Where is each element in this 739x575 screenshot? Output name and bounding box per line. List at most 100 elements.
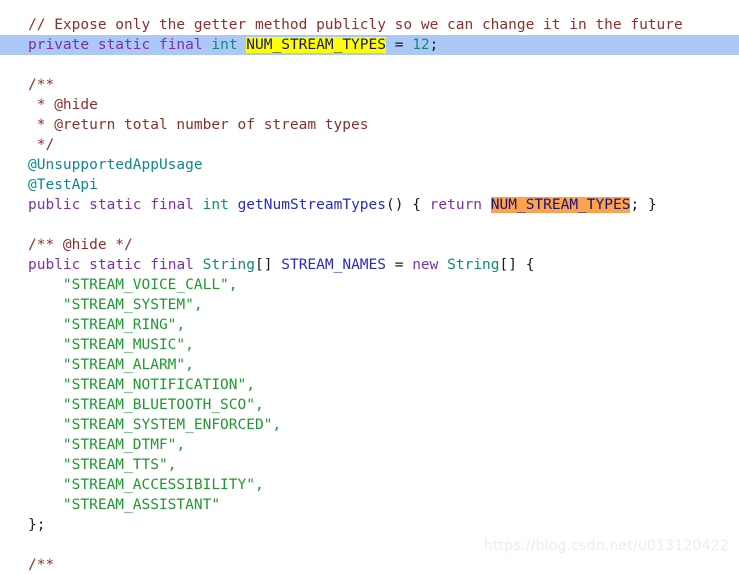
code-line-javadoc-return: * @return total number of stream types: [0, 115, 739, 135]
string-literal: "STREAM_NOTIFICATION",: [62, 377, 255, 393]
annotation-token: @UnsupportedAppUsage: [28, 157, 203, 173]
javadoc-token: /**: [28, 557, 55, 573]
parentheses: (): [385, 197, 404, 213]
code-line-array-item: "STREAM_ASSISTANT": [0, 495, 739, 515]
keyword-return: return: [429, 197, 483, 213]
identifier-stream-names: STREAM_NAMES: [281, 257, 386, 273]
keyword-public: public: [28, 257, 81, 273]
javadoc-token: /** @hide */: [28, 237, 133, 253]
number-literal: 12: [412, 37, 430, 53]
type-int: int: [202, 197, 229, 213]
code-line-selected-declaration[interactable]: private static final int NUM_STREAM_TYPE…: [0, 35, 739, 55]
code-line-array-close: };: [0, 515, 739, 535]
highlighted-identifier-num-stream-types[interactable]: NUM_STREAM_TYPES: [246, 37, 386, 53]
string-literal: "STREAM_ASSISTANT": [62, 497, 221, 513]
code-line-array-item: "STREAM_BLUETOOTH_SCO",: [0, 395, 739, 415]
code-line-array-item: "STREAM_ALARM",: [0, 355, 739, 375]
keyword-new: new: [412, 257, 439, 273]
code-line-array-item: "STREAM_RING",: [0, 315, 739, 335]
code-line-array-item: "STREAM_ACCESSIBILITY",: [0, 475, 739, 495]
code-line-array-item: "STREAM_NOTIFICATION",: [0, 375, 739, 395]
string-literal: "STREAM_SYSTEM_ENFORCED",: [62, 417, 282, 433]
brace-open: {: [412, 197, 421, 213]
keyword-static: static: [89, 197, 142, 213]
semicolon: ;: [630, 197, 640, 213]
string-literal: "STREAM_DTMF",: [62, 437, 186, 453]
string-literal: "STREAM_SYSTEM",: [62, 297, 203, 313]
code-line-javadoc-hide: * @hide: [0, 95, 739, 115]
javadoc-token: * @return total number of stream types: [28, 117, 369, 133]
string-literal: "STREAM_VOICE_CALL",: [62, 277, 238, 293]
code-line-array-item: "STREAM_MUSIC",: [0, 335, 739, 355]
string-literal: "STREAM_ALARM",: [62, 357, 194, 373]
code-line-array-item: "STREAM_VOICE_CALL",: [0, 275, 739, 295]
semicolon: ;: [429, 37, 439, 53]
code-line-array-item: "STREAM_TTS",: [0, 455, 739, 475]
code-line-array-item: "STREAM_SYSTEM",: [0, 295, 739, 315]
keyword-static: static: [89, 257, 142, 273]
code-line-array-item: "STREAM_SYSTEM_ENFORCED",: [0, 415, 739, 435]
keyword-final: final: [150, 257, 194, 273]
string-literal: "STREAM_RING",: [62, 317, 186, 333]
code-line-javadoc-open-trailing: /**: [0, 555, 739, 575]
code-line-annotation-testapi: @TestApi: [0, 175, 739, 195]
keyword-public: public: [28, 197, 81, 213]
code-line-annotation-unsupported: @UnsupportedAppUsage: [0, 155, 739, 175]
watermark-text: https://blog.csdn.net/u013120422: [483, 538, 729, 554]
array-brackets: []: [255, 257, 273, 273]
string-literal: "STREAM_ACCESSIBILITY",: [62, 477, 264, 493]
method-name: getNumStreamTypes: [237, 197, 386, 213]
keyword-final: final: [158, 37, 203, 53]
keyword-private: private: [28, 37, 90, 53]
type-string: String: [447, 257, 500, 273]
code-line-method-getnumstreamtypes: public static final int getNumStreamType…: [0, 195, 739, 215]
type-int: int: [211, 37, 238, 53]
code-line-comment: // Expose only the getter method publicl…: [0, 15, 739, 35]
javadoc-token: /**: [28, 77, 55, 93]
code-content[interactable]: // Expose only the getter method publicl…: [0, 0, 739, 575]
code-editor[interactable]: // Expose only the getter method publicl…: [0, 0, 739, 575]
code-line-javadoc-close: */: [0, 135, 739, 155]
string-literal: "STREAM_BLUETOOTH_SCO",: [62, 397, 264, 413]
array-close-token: };: [28, 517, 46, 533]
string-literal: "STREAM_MUSIC",: [62, 337, 194, 353]
array-brackets: []: [499, 257, 517, 273]
annotation-token: @TestApi: [28, 177, 98, 193]
code-line-stream-names-declaration: public static final String[] STREAM_NAME…: [0, 255, 739, 275]
string-literal: "STREAM_TTS",: [62, 457, 177, 473]
keyword-static: static: [97, 37, 151, 53]
comment-token: // Expose only the getter method publicl…: [28, 17, 683, 33]
brace-open: {: [525, 257, 535, 273]
keyword-final: final: [150, 197, 194, 213]
code-line-javadoc-inline-hide: /** @hide */: [0, 235, 739, 255]
highlighted-identifier-num-stream-types-usage[interactable]: NUM_STREAM_TYPES: [490, 197, 631, 213]
javadoc-token: * @hide: [28, 97, 98, 113]
type-string: String: [202, 257, 256, 273]
code-line-javadoc-open: /**: [0, 75, 739, 95]
javadoc-token: */: [28, 137, 55, 153]
code-line-array-item: "STREAM_DTMF",: [0, 435, 739, 455]
